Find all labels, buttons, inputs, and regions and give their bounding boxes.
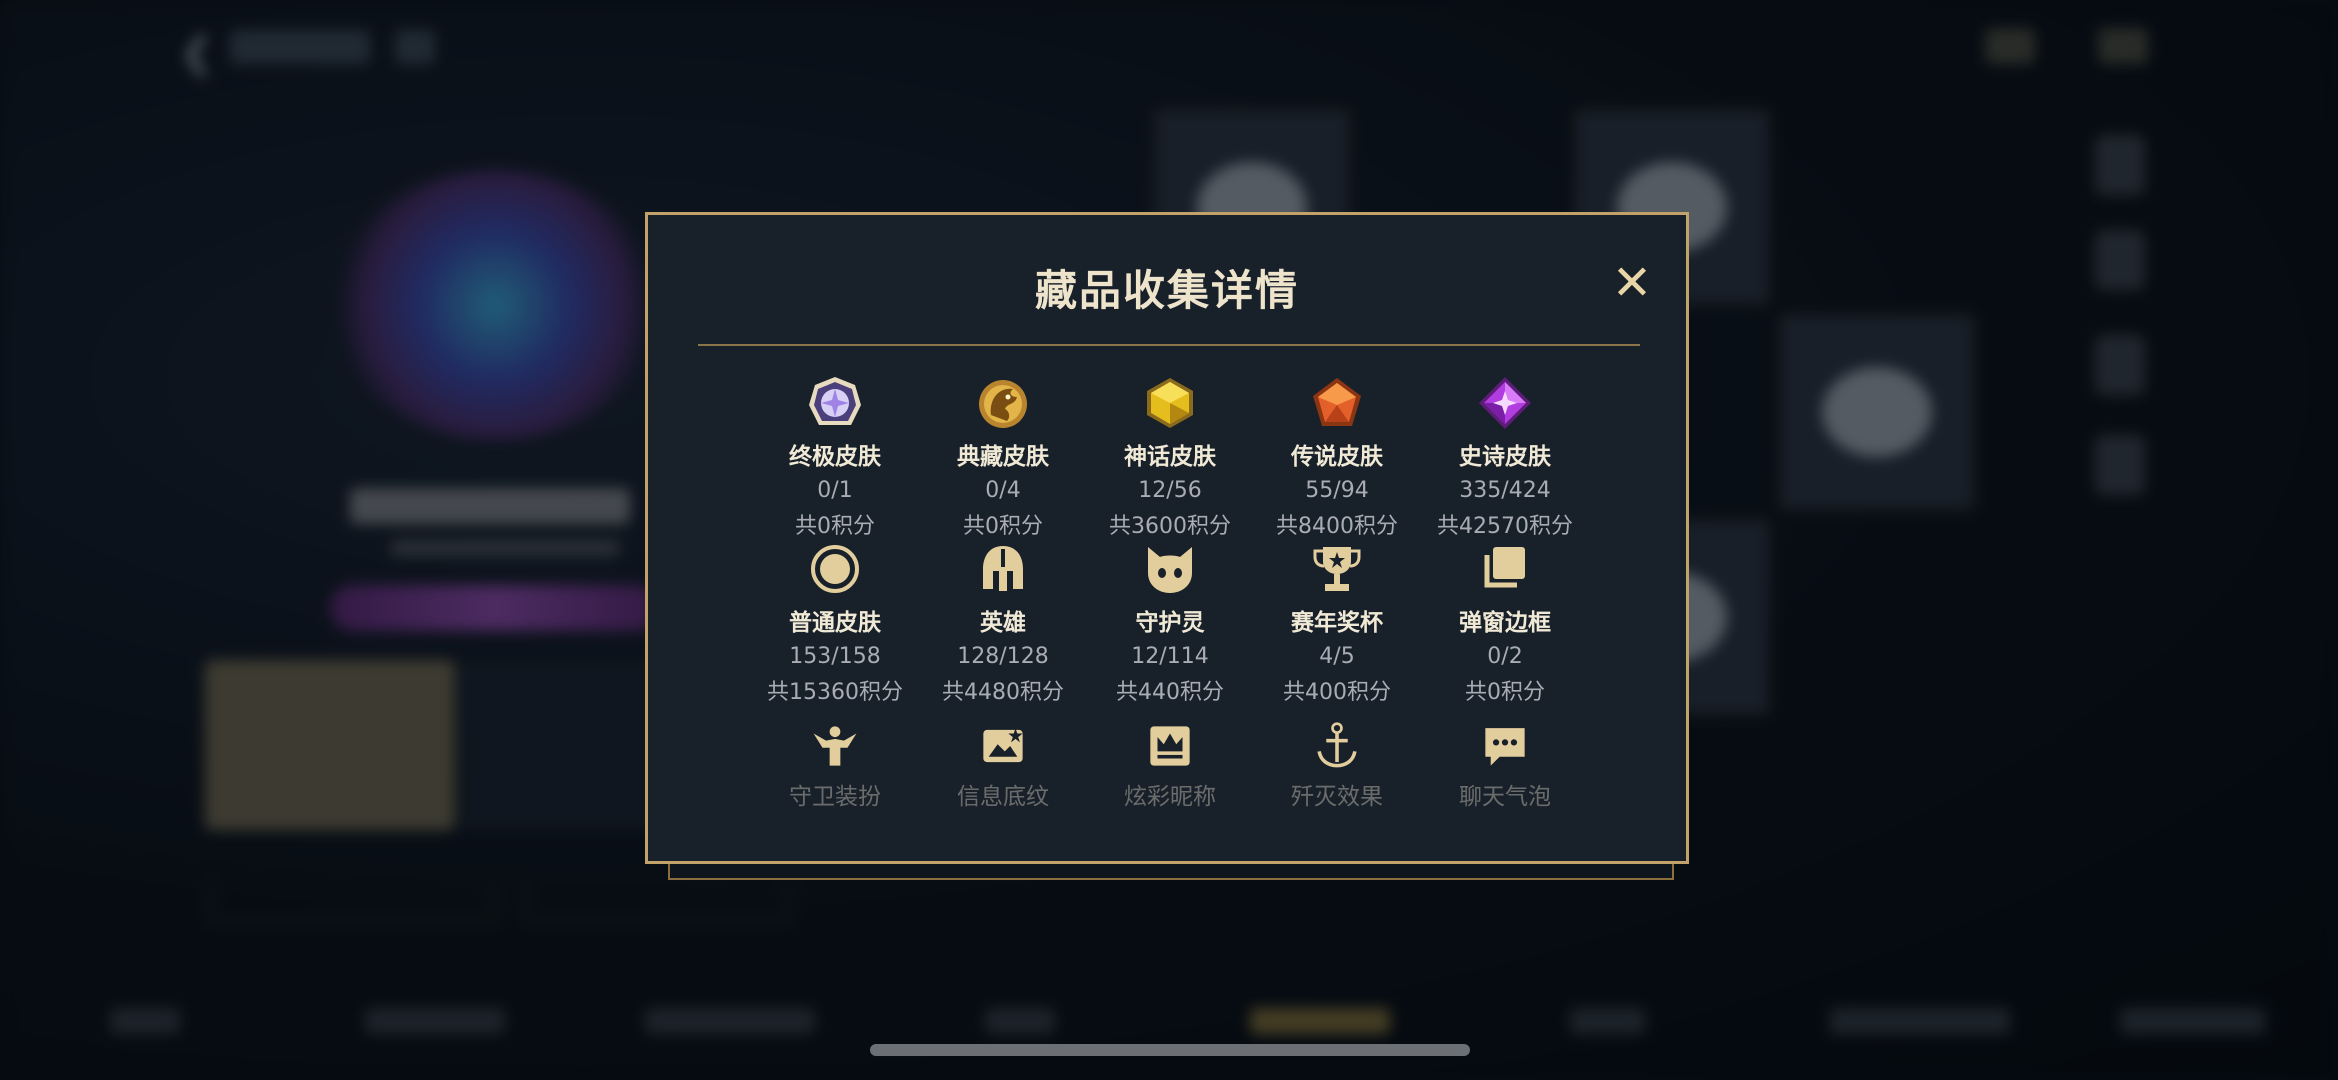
hero-helmet-icon xyxy=(983,546,1023,591)
normal-skin-circle-icon xyxy=(811,545,859,593)
season-trophy-icon xyxy=(1313,547,1361,591)
legendary-skin-gem-icon xyxy=(1313,378,1361,426)
guard-outfit-icon xyxy=(813,726,857,766)
ultimate-skin-gem-icon xyxy=(809,377,861,425)
collection-item[interactable]: 弹窗边框 0/2 共0积分 xyxy=(1405,541,1605,706)
collection-skin-dragon-icon xyxy=(979,380,1027,428)
info-background-icon xyxy=(983,728,1023,763)
kill-effect-icon xyxy=(1317,722,1357,768)
guardian-spirit-icon xyxy=(1148,547,1192,593)
epic-skin-gem-icon xyxy=(1479,377,1531,429)
mythic-skin-gem-icon xyxy=(1147,378,1193,428)
home-indicator[interactable] xyxy=(870,1044,1470,1056)
collection-item[interactable]: 聊天气泡 xyxy=(1405,721,1605,811)
collection-item[interactable]: 史诗皮肤 335/424 共42570积分 xyxy=(1405,375,1605,540)
collection-details-dialog: 藏品收集详情 ✕ 终极皮肤 0/1 共0积分 典藏皮肤 0/4 共0积分 神话皮… xyxy=(645,212,1689,864)
popup-frame-icon xyxy=(1484,547,1525,588)
collection-grid: 终极皮肤 0/1 共0积分 典藏皮肤 0/4 共0积分 神话皮肤 12/56 共… xyxy=(648,215,1686,861)
chat-bubble-icon xyxy=(1485,728,1525,766)
colorful-nickname-icon xyxy=(1150,726,1190,766)
